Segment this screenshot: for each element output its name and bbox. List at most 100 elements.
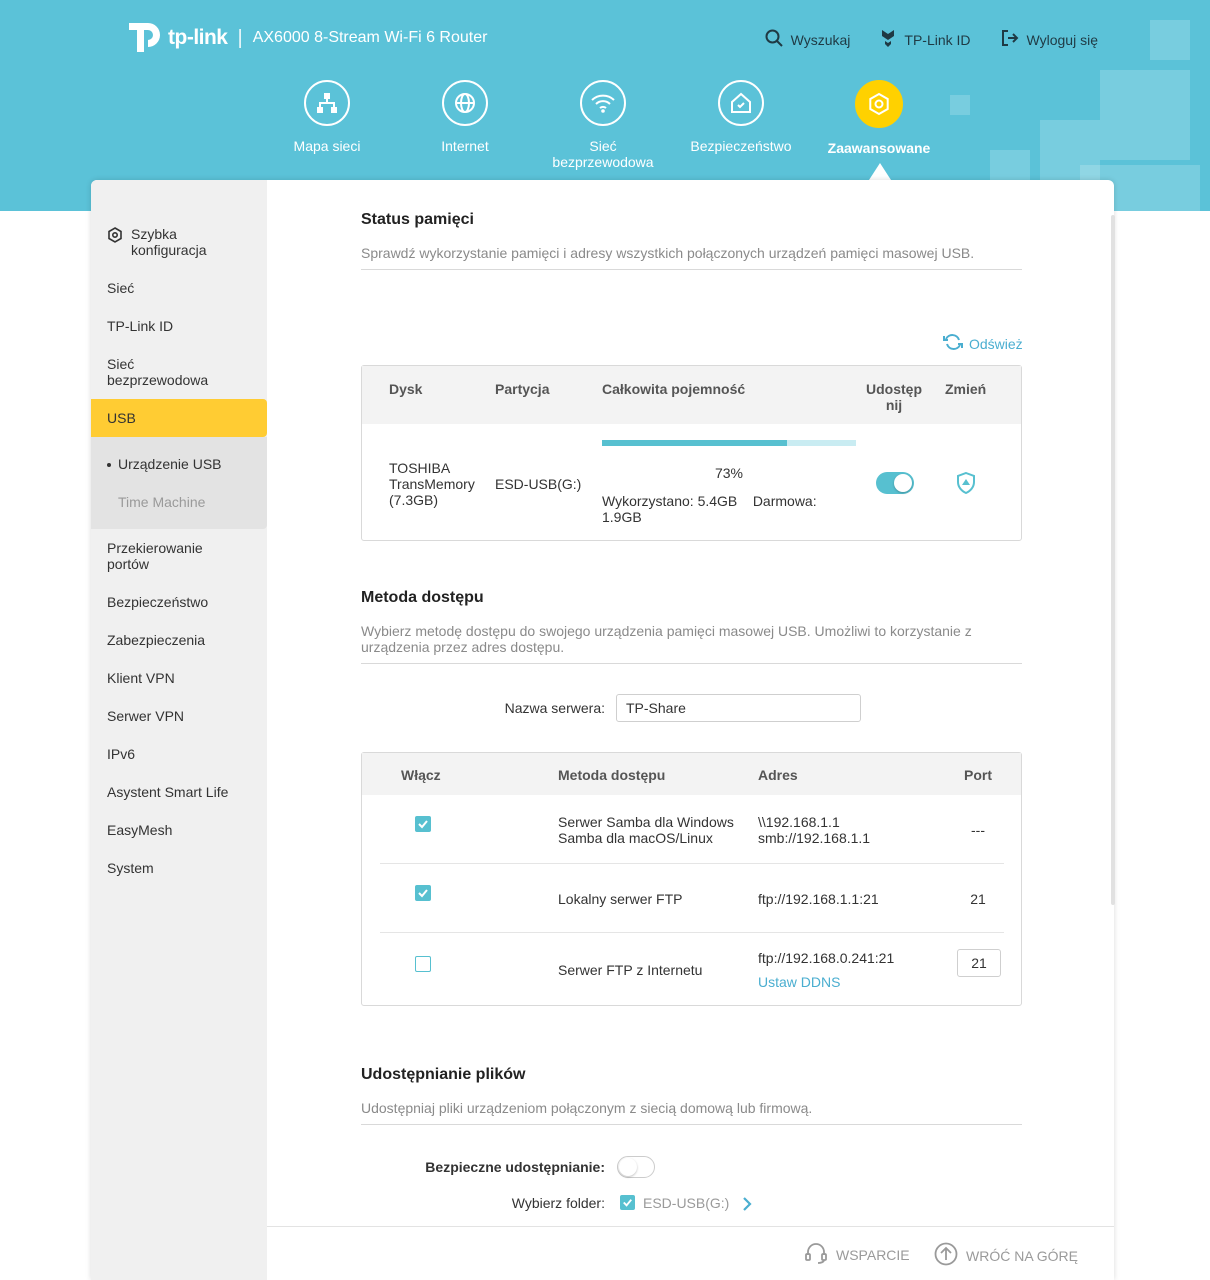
- headset-icon: [804, 1242, 828, 1267]
- logout-icon: [1001, 29, 1019, 50]
- modify-permissions-icon[interactable]: [956, 471, 976, 499]
- sharing-section-description: Udostępniaj pliki urządzeniom połączonym…: [361, 1100, 813, 1116]
- method-ftp-local: Lokalny serwer FTP: [558, 891, 683, 907]
- sidebar-item-label: Szybka konfiguracja: [131, 226, 207, 258]
- method-ftp-internet: Serwer FTP z Internetu: [558, 962, 703, 978]
- footer-bar: WSPARCIE WRÓĆ NA GÓRĘ: [267, 1226, 1114, 1280]
- tplink-id-link[interactable]: TP-Link ID: [880, 28, 971, 51]
- content-scrollbar[interactable]: [1111, 215, 1115, 905]
- sidebar-item-vpn-server[interactable]: Serwer VPN: [107, 708, 257, 724]
- server-name-input[interactable]: [616, 694, 861, 722]
- toggle-knob: [619, 1158, 637, 1176]
- search-link[interactable]: Wyszukaj: [765, 28, 851, 51]
- sidebar-item-protection[interactable]: Zabezpieczenia: [107, 632, 257, 648]
- ftp-internet-port-input[interactable]: [957, 949, 1001, 977]
- sidebar-item-label: Klient VPN: [107, 670, 175, 686]
- checkmark-icon: [418, 820, 428, 829]
- main-card: Szybka konfiguracja Sieć TP-Link ID Sieć…: [91, 180, 1114, 1280]
- sidebar-item-network[interactable]: Sieć: [107, 280, 257, 296]
- sidebar-item-label: Sieć: [107, 280, 135, 296]
- tplink-logo-icon: [126, 20, 164, 56]
- share-toggle[interactable]: [876, 472, 914, 494]
- set-ddns-link[interactable]: Ustaw DDNS: [758, 974, 840, 990]
- sidebar-submenu-usb: Urządzenie USB Time Machine: [91, 437, 267, 529]
- nav-wireless[interactable]: Sieć bezprzewodowa: [538, 80, 668, 170]
- nav-label: Sieć bezprzewodowa: [552, 138, 654, 170]
- sidebar-item-label: Sieć bezprzewodowa: [107, 356, 209, 388]
- sidebar-subitem-usb-device[interactable]: Urządzenie USB: [107, 456, 222, 472]
- sidebar-item-wireless[interactable]: Sieć bezprzewodowa: [107, 356, 217, 388]
- col-partition: Partycja: [495, 381, 550, 397]
- sidebar-item-quick-setup[interactable]: Szybka konfiguracja: [107, 226, 257, 258]
- sidebar-item-system[interactable]: System: [107, 860, 257, 876]
- nav-advanced[interactable]: Zaawansowane: [814, 80, 944, 156]
- disk-name: TOSHIBA TransMemory (7.3GB): [389, 460, 475, 508]
- wifi-icon: [580, 80, 626, 126]
- access-section-title: Metoda dostępu: [361, 589, 484, 606]
- main-nav: Mapa sieci Internet Sieć bezprzewodowa B…: [0, 80, 1210, 180]
- sidebar-item-usb[interactable]: USB: [91, 399, 267, 437]
- quick-setup-icon: [107, 227, 123, 258]
- sidebar-item-vpn-client[interactable]: Klient VPN: [107, 670, 257, 686]
- folder-value: ESD-USB(G:): [643, 1195, 730, 1211]
- samba-enable-checkbox[interactable]: [415, 816, 431, 832]
- tplink-logo[interactable]: tp-link | AX6000 8-Stream Wi-Fi 6 Router: [126, 20, 487, 56]
- partition-name: ESD-USB(G:): [495, 476, 582, 492]
- search-link-label: Wyszukaj: [790, 31, 851, 48]
- sidebar-item-tplink-id[interactable]: TP-Link ID: [107, 318, 257, 334]
- section-divider: [361, 1124, 1022, 1125]
- refresh-icon: [943, 333, 963, 354]
- sidebar-item-security[interactable]: Bezpieczeństwo: [107, 594, 257, 610]
- nav-internet[interactable]: Internet: [400, 80, 530, 154]
- sidebar-item-label: System: [107, 860, 154, 876]
- sidebar-subitem-time-machine[interactable]: Time Machine: [118, 494, 205, 510]
- sidebar-item-label: USB: [107, 410, 136, 426]
- refresh-button[interactable]: Odśwież: [943, 333, 1023, 354]
- storage-table: Dysk Partycja Całkowita pojemność Udostę…: [361, 365, 1022, 541]
- back-to-top-link[interactable]: WRÓĆ NA GÓRĘ: [934, 1242, 1078, 1269]
- address-ftp-internet: ftp://192.168.0.241:21: [758, 950, 895, 966]
- logout-label: Wyloguj się: [1026, 31, 1098, 48]
- sidebar-item-smart-life[interactable]: Asystent Smart Life: [107, 784, 257, 800]
- sidebar-item-label: IPv6: [107, 746, 136, 762]
- network-map-icon: [304, 80, 350, 126]
- content-area: Status pamięci Sprawdź wykorzystanie pam…: [267, 180, 1114, 1280]
- sharing-section-title: Udostępnianie plików: [361, 1066, 526, 1083]
- ftp-local-enable-checkbox[interactable]: [415, 885, 431, 901]
- sidebar-item-label: Urządzenie USB: [118, 456, 222, 472]
- nav-active-caret: [869, 163, 891, 180]
- sidebar-item-port-forwarding[interactable]: Przekierowanie portów: [107, 540, 217, 572]
- sidebar-item-easymesh[interactable]: EasyMesh: [107, 822, 257, 838]
- sidebar-item-label: Przekierowanie portów: [107, 540, 203, 572]
- refresh-label: Odśwież: [969, 335, 1023, 352]
- port-ftp-local: 21: [970, 891, 986, 907]
- storage-section-description: Sprawdź wykorzystanie pamięci i adresy w…: [361, 245, 975, 261]
- col-disk: Dysk: [389, 381, 423, 397]
- support-label: WSPARCIE: [836, 1246, 910, 1263]
- sidebar-item-label: Asystent Smart Life: [107, 784, 229, 800]
- folder-checkbox[interactable]: [620, 1195, 635, 1210]
- sidebar-item-ipv6[interactable]: IPv6: [107, 746, 257, 762]
- decor-pixel: [1150, 20, 1190, 60]
- secure-sharing-label: Bezpieczne udostępnianie:: [425, 1159, 605, 1175]
- gear-icon: [855, 80, 903, 128]
- nav-label: Mapa sieci: [293, 138, 361, 154]
- usage-details: Wykorzystano: 5.4GB Darmowa: 1.9GB: [602, 493, 821, 525]
- ftp-internet-enable-checkbox[interactable]: [415, 956, 431, 972]
- chevron-right-icon[interactable]: [742, 1196, 752, 1217]
- logout-link[interactable]: Wyloguj się: [1001, 28, 1098, 51]
- support-link[interactable]: WSPARCIE: [804, 1242, 910, 1267]
- router-model: AX6000 8-Stream Wi-Fi 6 Router: [252, 29, 488, 46]
- nav-security[interactable]: Bezpieczeństwo: [676, 80, 806, 154]
- sidebar-item-label: EasyMesh: [107, 822, 173, 838]
- nav-label: Zaawansowane: [827, 140, 931, 156]
- active-bullet: [107, 463, 111, 468]
- nav-network-map[interactable]: Mapa sieci: [262, 80, 392, 154]
- usage-percent: 73%: [714, 465, 744, 481]
- row-divider: [380, 932, 1004, 933]
- secure-sharing-toggle[interactable]: [617, 1156, 655, 1178]
- sidebar-item-label: Serwer VPN: [107, 708, 185, 724]
- usage-progress-fill: [602, 440, 788, 446]
- sidebar: Szybka konfiguracja Sieć TP-Link ID Sieć…: [91, 180, 267, 1280]
- globe-icon: [442, 80, 488, 126]
